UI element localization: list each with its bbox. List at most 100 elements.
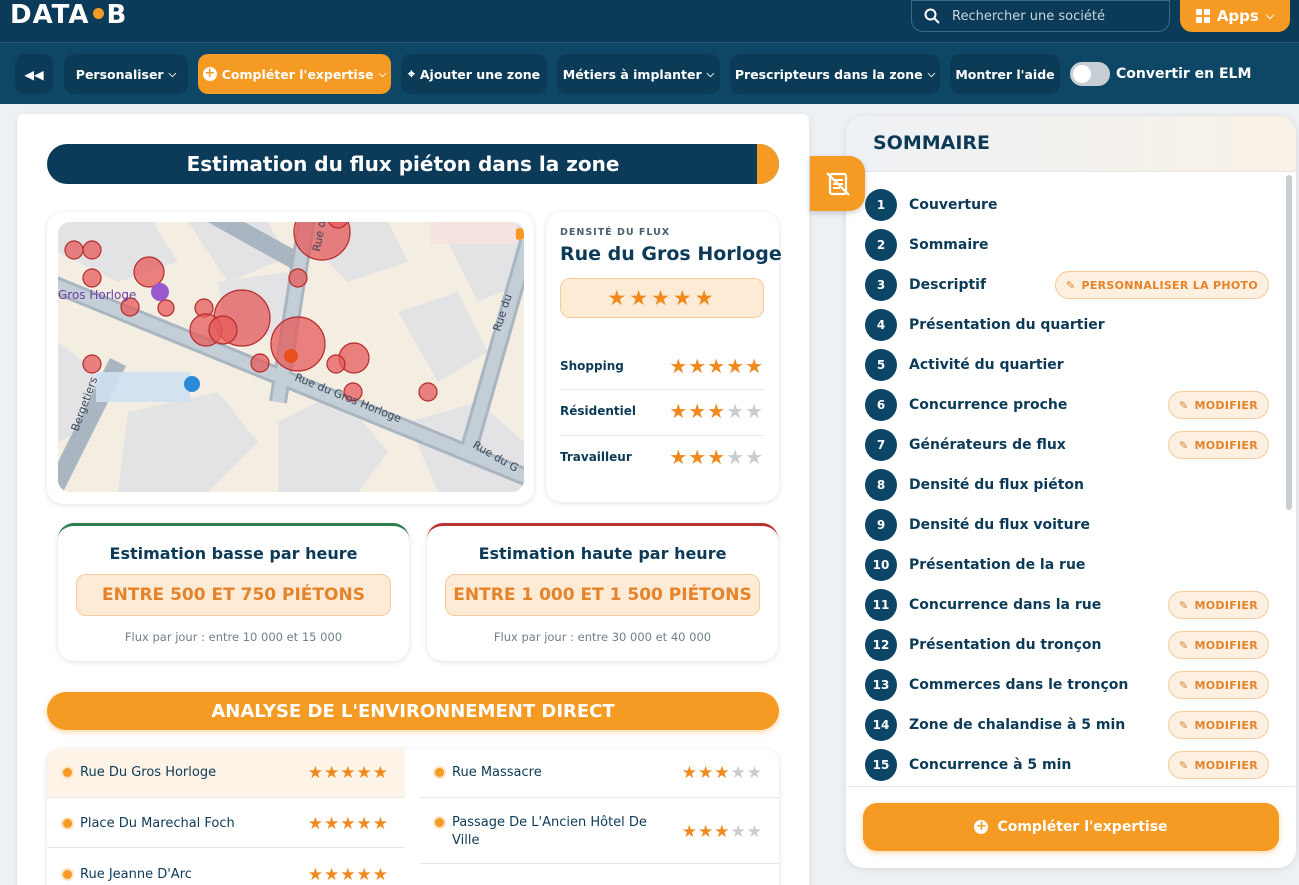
toc-item-2[interactable]: 2 Sommaire (865, 229, 1269, 261)
toc-item-1[interactable]: 1 Couverture (865, 189, 1269, 221)
toc-item-3[interactable]: 3 Descriptif ✎ PERSONNALISER LA PHOTO (865, 269, 1269, 301)
toc-number: 13 (865, 669, 897, 701)
toc-label: Commerces dans le tronçon (909, 677, 1129, 693)
button-label: MODIFIER (1194, 718, 1258, 732)
ajouter-zone-button[interactable]: ⌖ Ajouter une zone (401, 54, 547, 94)
elm-toggle-label: Convertir en ELM (1116, 66, 1252, 82)
button-label: MODIFIER (1194, 678, 1258, 692)
toc-label: Sommaire (909, 237, 989, 253)
environment-title: ANALYSE DE L'ENVIRONNEMENT DIRECT (47, 692, 779, 730)
env-item[interactable]: Rue Massacre ★★★★★ (419, 757, 779, 789)
chevron-down-icon: ⌵ (378, 68, 387, 80)
personnaliser-photo-button[interactable]: ✎ PERSONNALISER LA PHOTO (1054, 271, 1269, 299)
apps-button[interactable]: Apps ⌵ (1180, 0, 1290, 32)
density-street: Rue du Gros Horloge (560, 243, 782, 265)
toc-number: 10 (865, 549, 897, 581)
toc-item-5[interactable]: 5 Activité du quartier (865, 349, 1269, 381)
environment-card: Rue Du Gros Horloge ★★★★★ Rue Massacre ★… (47, 749, 779, 885)
rating-stars: ★★★★★ (669, 445, 764, 469)
edit-icon: ✎ (1178, 398, 1189, 412)
edit-icon: ✎ (1178, 638, 1189, 652)
toc-item-6[interactable]: 6 Concurrence proche ✎ MODIFIER (865, 389, 1269, 421)
modifier-button[interactable]: ✎ MODIFIER (1167, 751, 1269, 779)
toc-label: Zone de chalandise à 5 min (909, 717, 1126, 733)
map-svg: Gros Horloge Rue du Gros Horloge Rue du … (58, 222, 524, 492)
env-item[interactable]: Rue Jeanne D'Arc ★★★★★ (47, 859, 405, 885)
estimation-haute-title: Estimation haute par heure (478, 544, 727, 563)
grid-icon (1195, 9, 1210, 23)
search-icon (924, 8, 940, 24)
divider (560, 389, 764, 390)
rating-stars: ★★★★★ (669, 354, 764, 378)
toc-label: Descriptif (909, 277, 987, 293)
toc-item-11[interactable]: 11 Concurrence dans la rue ✎ MODIFIER (865, 589, 1269, 621)
edit-icon: ✎ (1178, 438, 1189, 452)
toc-item-12[interactable]: 12 Présentation du tronçon ✎ MODIFIER (865, 629, 1269, 661)
edit-icon: ✎ (1178, 678, 1189, 692)
toc-label: Présentation de la rue (909, 557, 1086, 573)
bullet-icon (63, 768, 72, 777)
toc-label: Densité du flux voiture (909, 517, 1090, 533)
flux-map[interactable]: Gros Horloge Rue du Gros Horloge Rue du … (58, 222, 524, 492)
toc-item-7[interactable]: 7 Générateurs de flux ✎ MODIFIER (865, 429, 1269, 461)
edit-icon: ✎ (1178, 598, 1189, 612)
toggle-sidebar-button[interactable] (810, 156, 865, 211)
company-search-input[interactable]: Rechercher une société (911, 0, 1170, 32)
toc-label: Couverture (909, 197, 998, 213)
completer-expertise-button[interactable]: + Compléter l'expertise ⌵ (198, 54, 391, 94)
toc-item-8[interactable]: 8 Densité du flux piéton (865, 469, 1269, 501)
toc-number: 2 (865, 229, 897, 261)
estimation-basse-value: ENTRE 500 ET 750 PIÉTONS (76, 574, 391, 616)
modifier-button[interactable]: ✎ MODIFIER (1167, 431, 1269, 459)
bullet-icon (435, 818, 444, 827)
toc-item-4[interactable]: 4 Présentation du quartier (865, 309, 1269, 341)
personaliser-button[interactable]: Personaliser ⌵ (64, 54, 188, 94)
toc-label: Concurrence proche (909, 397, 1068, 413)
rating-stars: ★★★★★ (669, 399, 764, 423)
toc-number: 9 (865, 509, 897, 541)
sommaire-title: SOMMAIRE (873, 132, 991, 154)
env-item[interactable]: Passage De L'Ancien Hôtel De Ville ★★★★★ (419, 811, 779, 853)
chevron-down-icon: ⌵ (706, 68, 715, 80)
button-label: MODIFIER (1194, 398, 1258, 412)
env-item[interactable]: Rue Du Gros Horloge ★★★★★ (47, 757, 405, 789)
top-bar: DATA B Rechercher une société Apps ⌵ (0, 0, 1299, 42)
montrer-aide-button[interactable]: Montrer l'aide (950, 54, 1060, 94)
metiers-button[interactable]: Métiers à implanter ⌵ (557, 54, 720, 94)
toc-label: Générateurs de flux (909, 437, 1066, 453)
edit-icon: ✎ (1065, 278, 1076, 292)
divider (560, 435, 764, 436)
toc-item-13[interactable]: 13 Commerces dans le tronçon ✎ MODIFIER (865, 669, 1269, 701)
modifier-button[interactable]: ✎ MODIFIER (1167, 591, 1269, 619)
toc-item-15[interactable]: 15 Concurrence à 5 min ✎ MODIFIER (865, 749, 1269, 781)
toc-number: 1 (865, 189, 897, 221)
toc-item-10[interactable]: 10 Présentation de la rue (865, 549, 1269, 581)
search-placeholder: Rechercher une société (952, 8, 1105, 24)
divider (47, 797, 405, 798)
toc-number: 12 (865, 629, 897, 661)
plus-circle-icon: + (202, 66, 217, 81)
prescripteurs-button[interactable]: Prescripteurs dans la zone ⌵ (730, 54, 940, 94)
divider (847, 786, 1295, 787)
sidebar-scrollbar[interactable] (1286, 175, 1292, 510)
toc-item-9[interactable]: 9 Densité du flux voiture (865, 509, 1269, 541)
modifier-button[interactable]: ✎ MODIFIER (1167, 631, 1269, 659)
toc-number: 8 (865, 469, 897, 501)
datab-logo[interactable]: DATA B (10, 0, 127, 30)
collapse-back-button[interactable]: ◀◀ (15, 54, 53, 94)
toc-item-14[interactable]: 14 Zone de chalandise à 5 min ✎ MODIFIER (865, 709, 1269, 741)
bullet-icon (63, 819, 72, 828)
rating-stars: ★★★★★ (307, 814, 389, 834)
complete-expertise-button[interactable]: + Compléter l'expertise (863, 803, 1279, 851)
toc-label: Concurrence dans la rue (909, 597, 1102, 613)
modifier-button[interactable]: ✎ MODIFIER (1167, 671, 1269, 699)
bullet-icon (435, 768, 444, 777)
elm-toggle[interactable] (1070, 62, 1110, 86)
estimation-basse-sub: Flux par jour : entre 10 000 et 15 000 (124, 630, 343, 644)
env-item[interactable]: Place Du Marechal Foch ★★★★★ (47, 808, 405, 840)
rating-stars: ★★★★★ (307, 865, 389, 885)
chevron-down-icon: ⌵ (168, 68, 177, 80)
modifier-button[interactable]: ✎ MODIFIER (1167, 391, 1269, 419)
toc-label: Présentation du quartier (909, 317, 1105, 333)
modifier-button[interactable]: ✎ MODIFIER (1167, 711, 1269, 739)
